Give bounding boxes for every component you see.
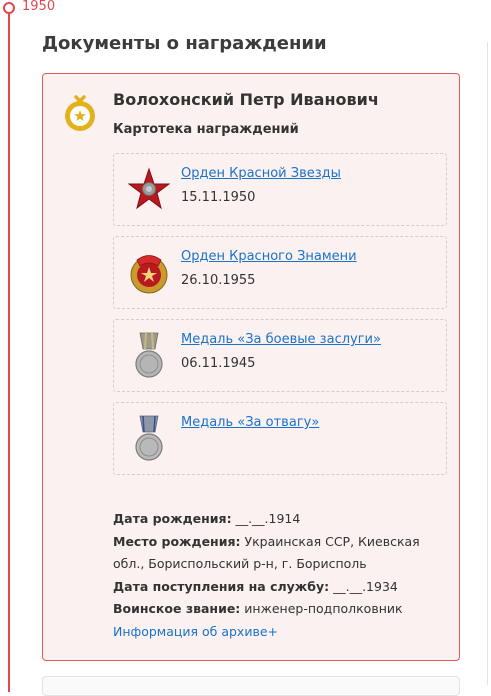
service-date-label: Дата поступления на службу: xyxy=(113,578,330,594)
award-item: Медаль «За отвагу» xyxy=(113,402,447,475)
archive-info-link[interactable]: Информация об архиве+ xyxy=(113,624,278,639)
award-link[interactable]: Орден Красного Знамени xyxy=(181,249,357,264)
award-link[interactable]: Медаль «За отвагу» xyxy=(181,415,319,430)
card-subtitle: Картотека награждений xyxy=(113,122,299,137)
birth-place-label: Место рождения: xyxy=(113,533,241,549)
rank-row: Воинское звание: инженер-подполковник xyxy=(113,598,443,621)
combat-merit-medal-icon xyxy=(135,332,163,378)
timeline-dot xyxy=(3,2,15,14)
service-date-row: Дата поступления на службу: __.__.1934 xyxy=(113,576,443,599)
service-date-value: __.__.1934 xyxy=(333,578,398,594)
bravery-medal-icon xyxy=(135,415,163,461)
next-card xyxy=(42,676,460,696)
award-documents-card: Волохонский Петр Иванович Картотека нагр… xyxy=(42,73,460,661)
panel-right-border xyxy=(487,42,488,685)
birth-place-row: Место рождения: Украинская ССР, Киевская… xyxy=(113,531,443,576)
birth-date-label: Дата рождения: xyxy=(113,511,232,526)
timeline-year: 1950 xyxy=(22,0,56,14)
rank-value: инженер-подполковник xyxy=(244,601,403,616)
section-title: Документы о награждении xyxy=(42,33,327,54)
person-name: Волохонский Петр Иванович xyxy=(113,90,379,109)
award-emblem-icon xyxy=(65,95,95,131)
award-item: Орден Красной Звезды 15.11.1950 xyxy=(113,153,447,226)
red-star-order-icon xyxy=(128,167,170,210)
award-date: 15.11.1950 xyxy=(181,190,256,205)
timeline-line xyxy=(8,12,10,692)
birth-date-value: __.__.1914 xyxy=(235,511,301,526)
award-date: 06.11.1945 xyxy=(181,356,256,371)
rank-label: Воинское звание: xyxy=(113,601,241,616)
award-link[interactable]: Медаль «За боевые заслуги» xyxy=(181,332,381,347)
award-item: Медаль «За боевые заслуги» 06.11.1945 xyxy=(113,319,447,392)
red-banner-order-icon xyxy=(130,255,168,294)
archive-row: Информация об архиве+ xyxy=(113,621,443,644)
person-info: Дата рождения: __.__.1914 Место рождения… xyxy=(113,508,443,643)
birth-date-row: Дата рождения: __.__.1914 xyxy=(113,508,443,531)
award-date: 26.10.1955 xyxy=(181,273,256,288)
award-item: Орден Красного Знамени 26.10.1955 xyxy=(113,236,447,309)
award-link[interactable]: Орден Красной Звезды xyxy=(181,166,341,181)
